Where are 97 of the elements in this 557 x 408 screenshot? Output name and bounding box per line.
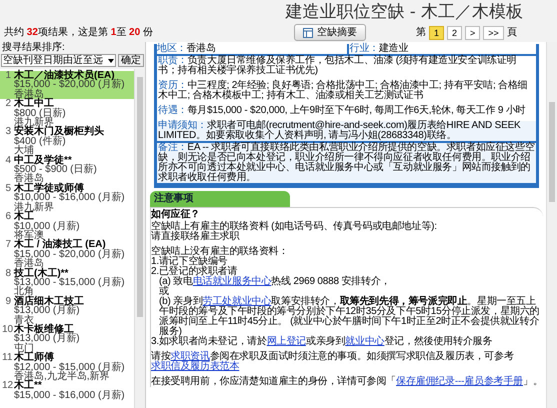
job-number: 2 — [4, 99, 11, 109]
job-number: 1 — [4, 71, 11, 80]
job-salary: $15,000 - $16,000 (月薪) — [14, 390, 126, 400]
job-title: 木工中工 — [14, 99, 54, 109]
notes-link[interactable]: 电话就业服务中心 — [192, 276, 272, 287]
job-salary: $500 - $900 (日薪) — [14, 165, 98, 174]
job-list-item[interactable]: 8 技工(木工)** $13,000 - $15,000 (月薪) 北角 — [0, 268, 134, 297]
notes-text: 1.请记下空缺编号 — [151, 257, 228, 267]
result-summary: 共约 32项结果，这是第 1至 20 份 — [4, 26, 154, 40]
notes-heading: 如何应征？ — [151, 210, 202, 220]
page-button[interactable]: 2 — [447, 26, 462, 40]
notes-text: (a) 致电电话就业服务中心热线 2969 0888 安排转介， — [158, 277, 392, 287]
job-number: 9 — [4, 296, 11, 306]
detail-field: 待遇：每月$15,000 - $20,000, 上午9时至下午6时, 每周工作6天,轮休, 每天工作 9 小时 — [157, 106, 536, 121]
job-list-item[interactable]: 3 安装木门及橱柜判头 $400 (件薪) 大埔 — [0, 127, 134, 156]
scrollbar[interactable] — [134, 69, 145, 408]
job-location: 香港岛 — [14, 174, 44, 184]
job-salary: $15,000 - $20,000 (月薪) — [14, 250, 126, 260]
notes-text: 3.如求职者尚未登记，请於网上登记或亲身到就业中心登记，然後使用转介服务 — [151, 337, 494, 347]
job-title: 酒店细木工技工 — [14, 296, 84, 306]
job-title: 木工／油漆技术员(EA) — [14, 71, 115, 80]
job-location: 青衣 — [14, 316, 34, 325]
detail-field: 备注：EA -- 求职者可直接联络此类由私营职业介绍所提供的空缺。求职者如应征这些空缺，则无论是否已向本处登记，职业介绍所一律不得向应征者收取任何费用。职业介绍所亦不可向透过本处就业中心、电话就业服务中心或「互动就业服务」网站而接触到的求职者收取任何费用。 — [157, 143, 536, 185]
job-list-item[interactable]: 9 酒店细木工技工 $13,000 (月薪) 青衣 — [0, 296, 134, 325]
notes-link[interactable]: 求职信及履历表范本 — [151, 361, 240, 372]
notes-text: 在接受聘用前，你应清楚知道雇主的身份，详情可参阅「保存雇佣纪录---雇员参考手册」。 — [151, 374, 543, 387]
page-label: 頁 — [506, 26, 517, 40]
job-location: 港九新界 — [14, 118, 54, 128]
job-title: 木工** — [14, 381, 42, 391]
job-salary: $10,000 (月薪) — [14, 222, 81, 231]
notes-tab[interactable]: 注意事项 — [150, 191, 290, 207]
job-location: 将军澳 — [14, 230, 44, 240]
job-location: 屯门 — [14, 344, 34, 354]
sort-label: 搜寻结果排序: — [0, 42, 145, 54]
table-icon — [303, 28, 313, 38]
job-number: 6 — [4, 212, 11, 222]
job-number: 10 — [2, 324, 11, 334]
notes-link[interactable]: 网上登记 — [266, 336, 306, 347]
notes-link[interactable]: 劳工处就业中心 — [202, 296, 272, 307]
notes-text: 请直接联络雇主求职 — [151, 232, 240, 242]
detail-field: 职责：负责大厦日常维修及保养工作，包括木工、油漆 (须持有建造业安全训练证明书；持有相关楼宇保养技工证书优先) — [157, 56, 536, 81]
detail-field: 行业：建造业 — [346, 44, 536, 54]
detail-field: 地区：香港岛 — [157, 44, 346, 54]
job-title: 木工学徒或师傅 — [14, 184, 84, 194]
sort-select[interactable]: 空缺刊登日期由近至远 — [1, 54, 116, 67]
job-list-item[interactable]: 5 木工学徒或师傅 $10,000 - $16,000 (月薪) 港九新界 — [0, 184, 134, 212]
notes-link[interactable]: 就业中心 — [345, 336, 384, 347]
job-title: 木工 — [14, 212, 34, 222]
job-salary: $13,000 (月薪) — [14, 306, 80, 316]
detail-field: 资历：中三程度; 2年经验; 良好粤语; 合格批荡中工; 合格油漆中工; 持有平安咭; 合格细木中工; 合格木模板中工; 持有木工、油漆或相关工艺测试证书 — [157, 81, 536, 106]
job-salary: $12,000 - $15,000 (月薪) — [14, 362, 126, 372]
job-title: 技工(木工)** — [14, 268, 68, 278]
job-salary: $13,000 (月薪) — [14, 334, 81, 344]
scrollbar[interactable] — [546, 42, 557, 408]
job-number: 3 — [4, 127, 11, 137]
detail-field: 申请须知：求职者可电邮(recrutment@hire-and-seek.com)履历表给HIRE AND SEEK LIMITED。如要索取收集个人资料声明, 请与冯小姐(28683348)联络。 — [157, 121, 536, 143]
notes-text: 空缺咭上没有雇主的联络资料： — [151, 244, 290, 257]
job-location: 大埔 — [14, 146, 34, 156]
job-number: 4 — [4, 156, 11, 166]
job-number: 7 — [4, 240, 11, 250]
job-title: 木工 / 油漆技工 (EA) — [14, 240, 106, 250]
job-number: 12 — [2, 381, 11, 391]
job-location: 港九新界 — [14, 202, 55, 212]
job-title: 安装木门及橱柜判头 — [14, 127, 104, 137]
job-title: 木工师傅 — [14, 353, 54, 363]
notes-text: 空缺咭上有雇主的联络资料 (如电话号码、传真号码或电邮地址等): — [151, 222, 438, 232]
job-location: 北角 — [14, 287, 34, 297]
job-salary: $13,000 - $15,000 (月薪) — [14, 278, 126, 288]
page-label: 第 — [416, 26, 426, 40]
job-number: 11 — [2, 353, 11, 363]
job-list-item[interactable]: 11 木工师傅 $12,000 - $15,000 (月薪) 香港岛,九龙半岛,新界 — [0, 353, 134, 382]
job-list-item[interactable]: 1 木工／油漆技术员(EA) $15,000 - $20,000 (月薪) 香港岛 — [0, 71, 134, 100]
page-button[interactable]: >> — [483, 26, 504, 40]
job-list-item[interactable]: 4 中工及学徒** $500 - $900 (日薪) 香港岛 — [0, 156, 134, 184]
job-number: 5 — [4, 184, 11, 194]
job-title: 中工及学徒** — [14, 156, 72, 166]
notes-link[interactable]: 求职资讯 — [170, 351, 210, 362]
confirm-button[interactable]: 确定 — [118, 54, 144, 67]
job-location: 香港岛 — [14, 259, 44, 269]
job-salary: $15,000 - $20,000 (月薪) — [14, 80, 126, 90]
job-salary: $400 (件薪) — [14, 136, 67, 146]
job-list-item[interactable]: 12木工** $15,000 - $16,000 (月薪) — [0, 381, 134, 400]
notes-text: 2.已登记的求职者请 — [151, 267, 238, 277]
notes-text: (b) 亲身到劳工处就业中心取筹安排转介，取筹先到先得，筹号派完即止。星期一至五上午时段的筹号及下午时段的筹号分别於下午12时35分及下午5时15分停止派发，星期六的派筹时间至上午11时45分止。 (就业中心於午膳时间下午1时正至2时正不会提供就业转介服务) — [159, 297, 541, 337]
job-list-item[interactable]: 7 木工 / 油漆技工 (EA) $15,000 - $20,000 (月薪) 香港岛 — [0, 240, 134, 269]
page-title: 建造业职位空缺 - 木工／木模板 — [285, 2, 523, 23]
job-location: 香港岛 — [14, 90, 44, 100]
notes-text: 或 — [158, 287, 169, 297]
dropdown-icon — [108, 58, 114, 62]
notes-text: 请按求职资讯参阅在求职及面试时须注意的事项。如须撰写求职信及履历表，可参考 求职信及履历表范本 — [151, 350, 515, 372]
job-number: 8 — [4, 268, 11, 278]
job-salary: $10,000 - $16,000 (月薪) — [14, 193, 126, 203]
job-location: 香港岛,九龙半岛,新界 — [14, 372, 110, 382]
page-button[interactable]: 1 — [429, 26, 444, 40]
page-button[interactable]: > — [465, 26, 480, 40]
summary-button[interactable]: 空缺摘要 — [294, 24, 366, 41]
notes-link[interactable]: 保存雇佣纪录---雇员参考手册 — [396, 376, 524, 387]
